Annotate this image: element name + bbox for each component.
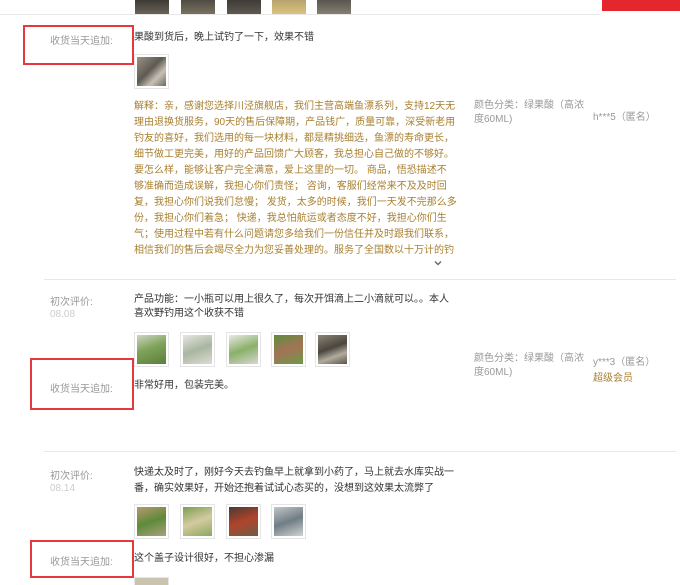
reply-line: 相信我们的售后会竭尽全力为您妥善处理的。服务了全国数以十万计的钓 (134, 245, 454, 256)
member-badge: 超级会员 (593, 373, 633, 384)
reply-line: 复，我担心你们说我们怠慢； 发货，太多的时候，我们一天发不完那么多 (134, 197, 457, 208)
review-photo[interactable] (271, 504, 306, 539)
review-photo[interactable] (134, 577, 169, 585)
reviewer-name: y***3（匿名） (593, 357, 656, 368)
review-photo[interactable] (135, 0, 169, 14)
divider (44, 279, 676, 280)
top-photo-strip (0, 0, 600, 15)
review-photo[interactable] (134, 504, 169, 539)
append-review-text: 这个盖子设计很好，不担心渗漏 (134, 553, 274, 564)
append-review-text: 果酸到货后，晚上试钓了一下，效果不错 (134, 32, 314, 43)
reply-line: 细节做工更完美，用好的产品回馈广大顾客，我总担心自己做的不够好。 (134, 149, 454, 160)
review-photo[interactable] (134, 54, 169, 89)
review-photo[interactable] (227, 0, 261, 14)
divider (44, 451, 676, 452)
append-review-label: 收货当天追加: (50, 36, 113, 47)
review-text-line: 喜欢野钓用这个收获不错 (134, 308, 244, 319)
review-photo[interactable] (180, 504, 215, 539)
top-accent-bar (602, 0, 680, 11)
reply-line: 份，我担心你们着急； 快递，我总怕航运或者态度不好，我担心你们生 (134, 213, 447, 224)
review-text-line: 快递太及时了，刚好今天去钓鱼早上就拿到小药了，马上就去水库实战一 (134, 467, 454, 478)
reply-line: 解释：亲，感谢您选择川泾旗舰店，我们主营高端鱼漂系列，支持12天无 (134, 101, 456, 112)
review-photo[interactable] (181, 0, 215, 14)
review-photo[interactable] (226, 332, 261, 367)
reviewer-name: h***5（匿名） (593, 112, 656, 123)
reply-line: 够准确而造成误解，我担心你们责怪； 咨询，客服们经常来不及及时回 (134, 181, 447, 192)
first-review-date: 08.08 (50, 309, 76, 320)
append-review-label: 收货当天追加: (50, 557, 113, 568)
append-review-label: 收货当天追加: (50, 384, 113, 395)
first-review-label: 初次评价: (50, 297, 93, 308)
review-photo[interactable] (315, 332, 350, 367)
chevron-down-icon[interactable] (433, 255, 443, 266)
review-photo[interactable] (226, 504, 261, 539)
sku-line: 度60ML) (474, 367, 513, 378)
review-photo[interactable] (272, 0, 306, 14)
reply-line: 理由退换货服务，90天的售后保障期，产品钱广，质量可靠，深受新老用 (134, 117, 456, 128)
review-text-line: 番，确实效果好，开始还抱着试试心态买的，没想到这效果太流弊了 (134, 483, 434, 494)
reply-line: 钓友的喜好，我们选用的每一块材料，都是精挑细选，鱼漂的寿命更长， (134, 133, 454, 144)
sku-line: 度60ML) (474, 114, 513, 125)
first-review-date: 08.14 (50, 483, 76, 494)
review-photo[interactable] (271, 332, 306, 367)
first-review-label: 初次评价: (50, 471, 93, 482)
review-photo[interactable] (134, 332, 169, 367)
review-photo[interactable] (317, 0, 351, 14)
reply-line: 气；使用过程中若有什么问题请您多给我们一份信任并及时跟我们联系， (134, 229, 454, 240)
review-photo[interactable] (180, 332, 215, 367)
append-review-text: 非常好用，包装完美。 (134, 380, 234, 391)
reply-line: 要怎么样，能够让客户完全满意，爱上这里的一切。 商品，悟恐描述不 (134, 165, 447, 176)
